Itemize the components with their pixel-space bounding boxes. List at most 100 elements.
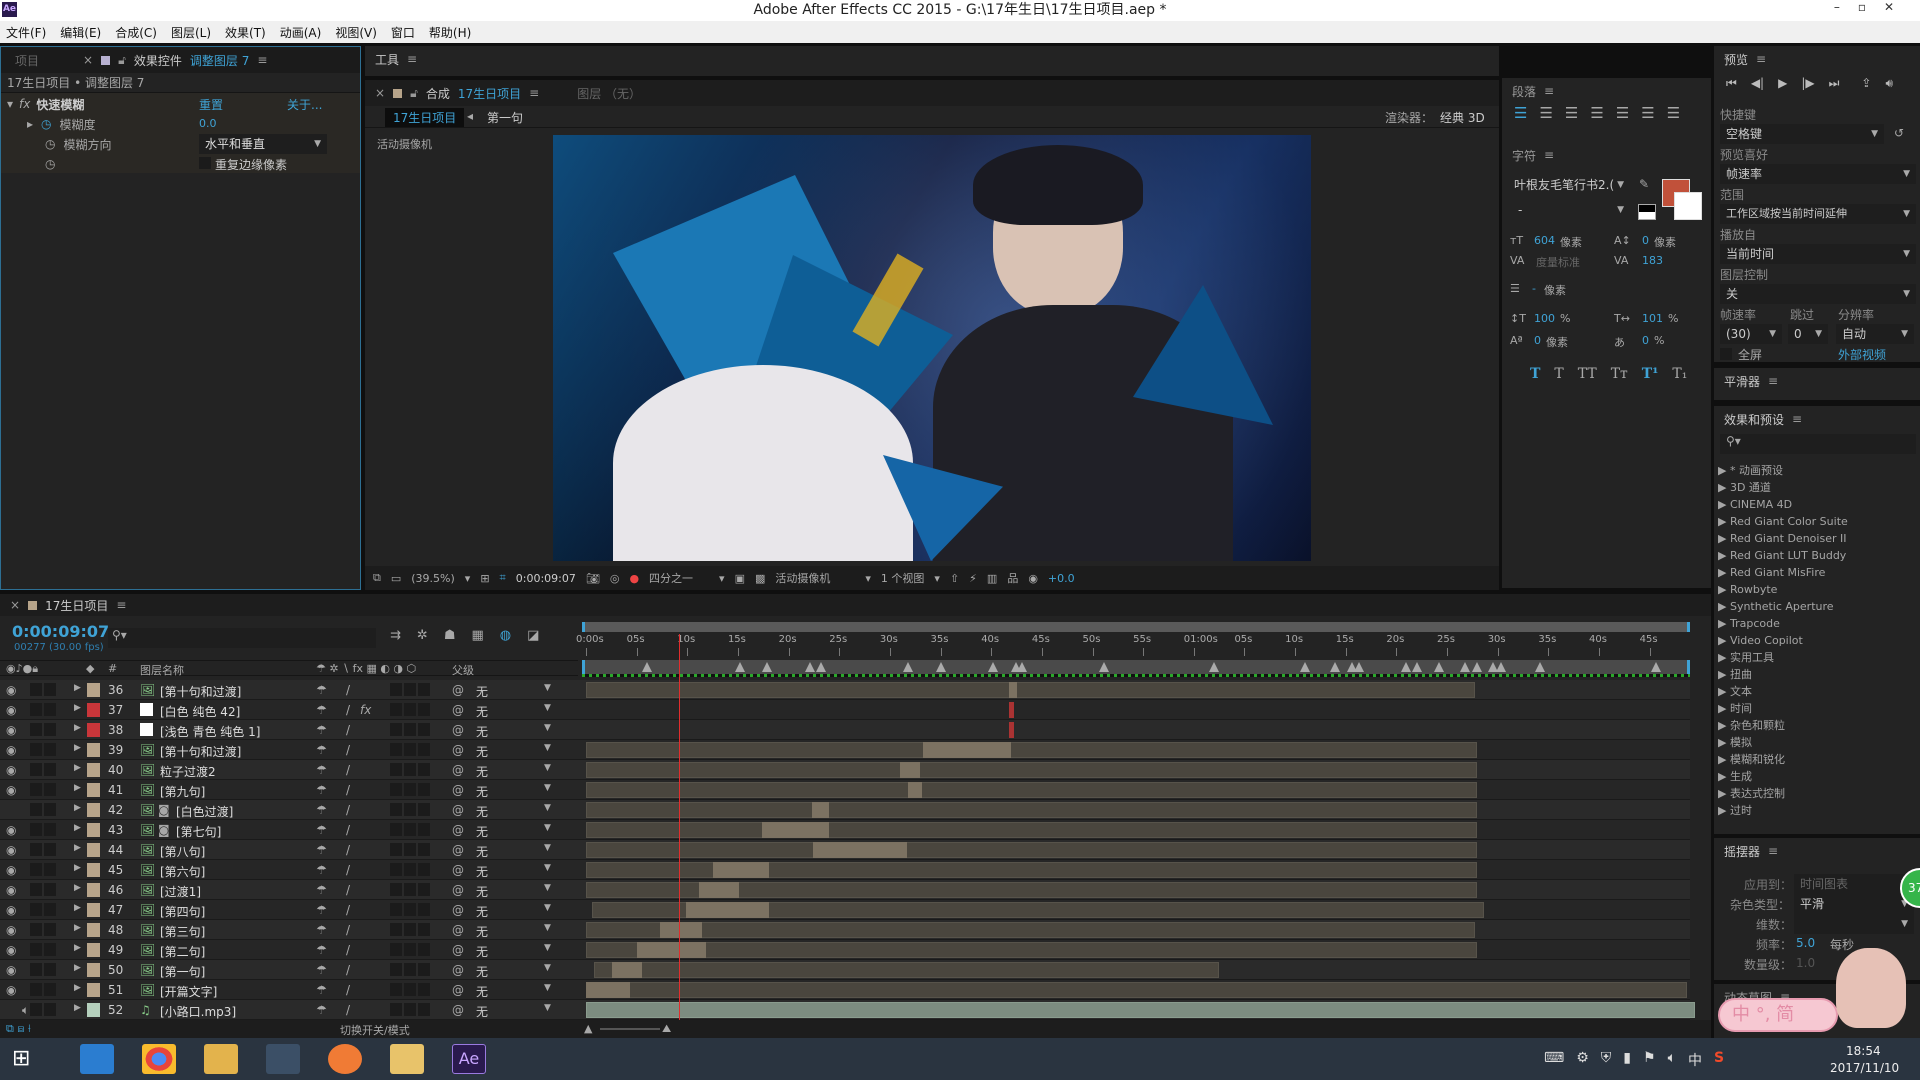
table-row[interactable]: ◉ ▶ 40 🖼︎ 粒子过渡2 ☂ / @ 无 ▼ [0, 760, 1690, 780]
table-row[interactable]: ◉ ▶ 46 🖼︎ [过渡1] ☂ / @ 无 ▼ [0, 880, 1690, 900]
comp-marker[interactable] [1208, 662, 1219, 672]
expand-arrow-icon[interactable]: ▸ [27, 117, 33, 131]
expand-arrow-icon[interactable]: ▶ [74, 883, 81, 893]
panel-menu-icon[interactable]: ≡ [1792, 412, 1802, 426]
layer-name[interactable]: [开篇文字] [160, 983, 217, 1000]
exposure-icon[interactable]: ◉ [1028, 572, 1038, 585]
taskbar-chrome-icon[interactable] [142, 1044, 176, 1074]
timeline-current-time[interactable]: 0:00:09:07 [12, 622, 109, 641]
lock-switch[interactable] [44, 943, 56, 956]
parent-pickwhip-icon[interactable]: @ [452, 903, 464, 917]
first-frame-icon[interactable]: ⏮ [1726, 76, 1737, 91]
expand-arrow-icon[interactable]: ▶ [1718, 753, 1730, 766]
blur-direction-select[interactable]: 水平和垂直 [199, 134, 327, 154]
loop-icon[interactable]: ⇪ [1861, 76, 1871, 90]
fx-icon[interactable]: fx [19, 97, 30, 111]
layer-duration-bar[interactable] [586, 802, 1478, 818]
layer-switch[interactable] [404, 943, 416, 956]
eye-icon[interactable]: ◉ [6, 683, 16, 697]
layer-control-select[interactable]: 关 [1720, 284, 1916, 304]
shy-switch-icon[interactable]: ☂ [316, 723, 327, 737]
menu-item[interactable]: 帮助(H) [429, 24, 471, 41]
parent-select[interactable]: 无 [476, 783, 488, 800]
shy-switch-icon[interactable]: ☂ [316, 703, 327, 717]
solo-switch[interactable] [30, 763, 42, 776]
eye-icon[interactable]: ◉ [6, 823, 16, 837]
expand-arrow-icon[interactable]: ▶ [1718, 566, 1730, 579]
parent-select[interactable]: 无 [476, 903, 488, 920]
justify-right-icon[interactable]: ☰ [1641, 104, 1654, 122]
kerning-select[interactable]: 度量标准 [1536, 254, 1580, 270]
panel-menu-icon[interactable]: ≡ [116, 598, 126, 612]
lock-switch[interactable] [44, 843, 56, 856]
label-color[interactable] [87, 923, 100, 937]
expand-arrow-icon[interactable]: ▶ [74, 783, 81, 793]
layer-switch[interactable] [418, 823, 430, 836]
eye-icon[interactable]: ◉ [6, 923, 16, 937]
layer-switch[interactable] [418, 863, 430, 876]
layer-visible-segment[interactable] [699, 882, 739, 898]
label-color[interactable] [87, 783, 100, 797]
label-color[interactable] [87, 803, 100, 817]
text-style-button[interactable]: TT [1578, 366, 1597, 382]
shy-switch-icon[interactable]: ☂ [316, 803, 327, 817]
stroke-width-value[interactable]: - [1532, 282, 1536, 295]
menu-item[interactable]: 窗口 [391, 24, 415, 41]
timeline-search-input[interactable]: ⚲▾ [108, 628, 376, 648]
solo-switch[interactable] [30, 823, 42, 836]
parent-select[interactable]: 无 [476, 923, 488, 940]
comp-marker[interactable] [815, 662, 826, 672]
parent-select[interactable]: 无 [476, 883, 488, 900]
clock-time[interactable]: 18:54 [1846, 1044, 1881, 1058]
effects-search-input[interactable]: ⚲▾ [1720, 434, 1916, 454]
solo-switch[interactable] [30, 743, 42, 756]
parent-select[interactable]: 无 [476, 943, 488, 960]
tab-layer-name[interactable]: 调整图层 7 [190, 52, 249, 69]
layer-visible-segment[interactable] [659, 922, 703, 938]
comp-marker[interactable] [1460, 662, 1471, 672]
parent-dropdown-icon[interactable]: ▼ [544, 983, 551, 993]
effects-category[interactable]: ▶ 扭曲 [1718, 666, 1752, 683]
expand-arrow-icon[interactable]: ▶ [74, 723, 81, 733]
parent-dropdown-icon[interactable]: ▼ [544, 823, 551, 833]
layer-name[interactable]: [过渡1] [160, 883, 201, 900]
quality-switch-icon[interactable]: / [346, 943, 350, 957]
composition-flowchart-icon[interactable]: ⇉ [390, 628, 401, 643]
layer-switch[interactable] [418, 723, 430, 736]
solo-switch[interactable] [30, 863, 42, 876]
mask-visibility-icon[interactable]: ⌗ [500, 571, 506, 585]
expand-arrow-icon[interactable]: ▶ [74, 983, 81, 993]
layer-switch[interactable] [404, 703, 416, 716]
zoom-out-icon[interactable]: ▲ [584, 1022, 592, 1035]
parent-pickwhip-icon[interactable]: @ [452, 723, 464, 737]
effects-category[interactable]: ▶ Synthetic Aperture [1718, 598, 1834, 615]
vertical-scale-value[interactable]: 100 [1534, 312, 1555, 325]
shy-switch-icon[interactable]: ☂ [316, 903, 327, 917]
layer-visible-segment[interactable] [811, 802, 830, 818]
effects-category[interactable]: ▶ Red Giant MisFire [1718, 564, 1825, 581]
parent-pickwhip-icon[interactable]: @ [452, 743, 464, 757]
close-icon[interactable]: × [375, 86, 385, 100]
layer-switch[interactable] [404, 923, 416, 936]
always-preview-icon[interactable]: ⧉ [373, 571, 381, 585]
reset-icon[interactable]: ↺ [1894, 126, 1904, 140]
text-style-button[interactable]: T [1530, 366, 1540, 382]
layer-switch[interactable] [390, 823, 402, 836]
lock-switch[interactable] [44, 803, 56, 816]
layer-switch[interactable] [390, 763, 402, 776]
layer-name[interactable]: [第二句] [160, 943, 205, 960]
parent-pickwhip-icon[interactable]: @ [452, 783, 464, 797]
layer-visible-segment[interactable] [900, 762, 921, 778]
layer-duration-bar[interactable] [586, 922, 1476, 938]
quality-switch-icon[interactable]: / [346, 783, 350, 797]
expand-arrow-icon[interactable]: ▶ [1718, 617, 1730, 630]
tab-effect-controls[interactable]: 效果控件 [134, 52, 182, 69]
solo-switch[interactable] [30, 843, 42, 856]
parent-dropdown-icon[interactable]: ▼ [544, 743, 551, 753]
layer-switches-icon[interactable]: ⧉ ⧈ ⟊ [6, 1022, 31, 1036]
horizontal-scale-value[interactable]: 101 [1642, 312, 1663, 325]
layer-switch[interactable] [418, 763, 430, 776]
tab-composition[interactable]: 合成 [426, 85, 450, 102]
table-row[interactable]: ◉ ▶ 47 🖼︎ [第四句] ☂ / @ 无 ▼ [0, 900, 1690, 920]
parent-dropdown-icon[interactable]: ▼ [544, 843, 551, 853]
